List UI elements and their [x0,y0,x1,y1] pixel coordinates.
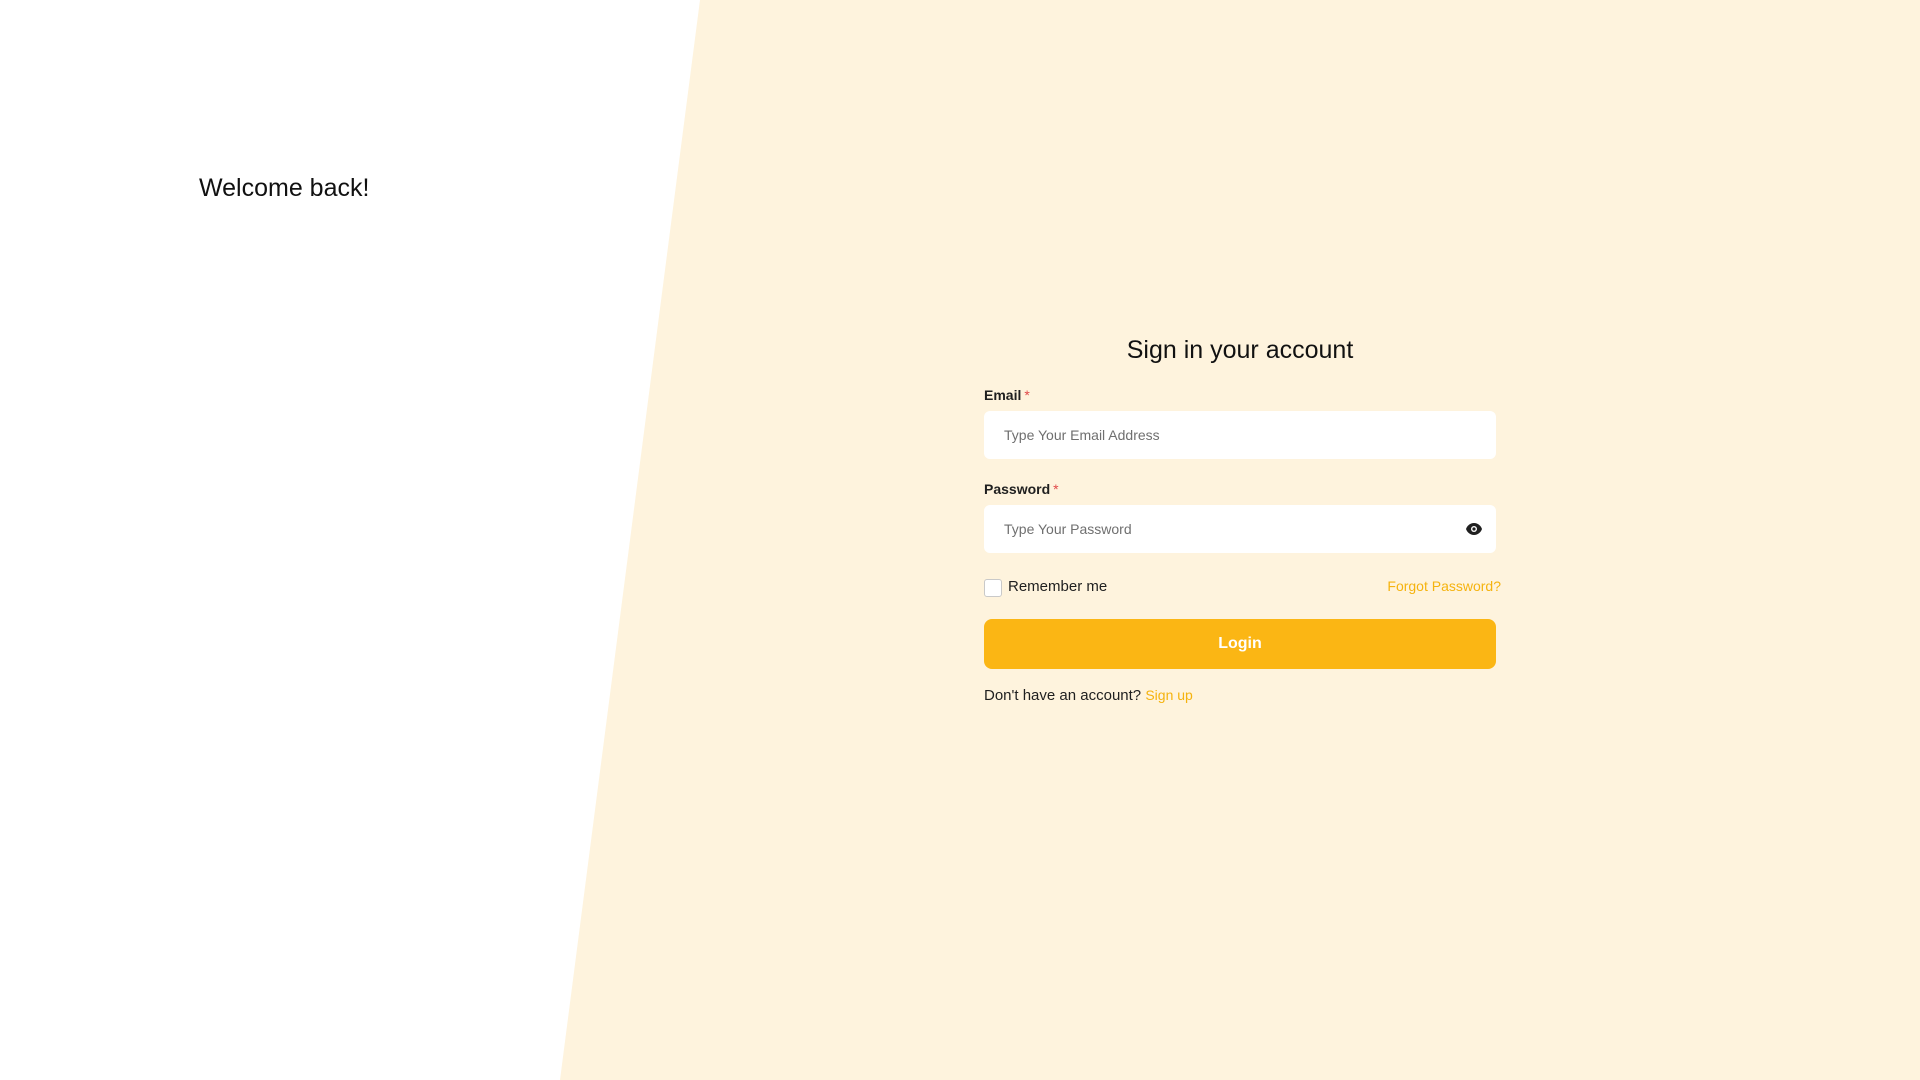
signup-row: Don't have an account? Sign up [984,687,1496,704]
email-label-text: Email [984,387,1022,403]
decorative-background-panel [560,0,1920,1080]
forgot-password-link[interactable]: Forgot Password? [1387,578,1501,594]
sign-in-form: Sign in your account Email* Password* [984,336,1501,704]
signup-link[interactable]: Sign up [1145,687,1192,703]
form-title: Sign in your account [1126,336,1354,364]
email-required-mark: * [1024,387,1030,403]
welcome-heading: Welcome back! [199,174,370,202]
remember-me: Remember me [984,575,1107,597]
remember-me-checkbox[interactable] [984,579,1002,597]
login-button[interactable]: Login [984,619,1496,669]
email-label: Email * [984,387,1496,403]
email-input[interactable] [984,411,1496,459]
password-label-text: Password [984,481,1051,497]
password-field-wrapper [984,505,1496,553]
form-options-row: Remember me Forgot Password? [984,575,1501,597]
remember-me-label[interactable]: Remember me [1008,578,1107,595]
password-required-mark: * [1053,481,1059,497]
show-password-toggle[interactable] [1462,517,1486,541]
email-field-wrapper [984,411,1496,459]
password-label: Password * [984,481,1496,497]
password-input[interactable] [984,505,1496,553]
eye-icon [1466,523,1482,535]
signup-prompt: Don't have an account? [984,687,1142,704]
login-page: Welcome back! Sign in your account Email… [0,0,1920,1080]
